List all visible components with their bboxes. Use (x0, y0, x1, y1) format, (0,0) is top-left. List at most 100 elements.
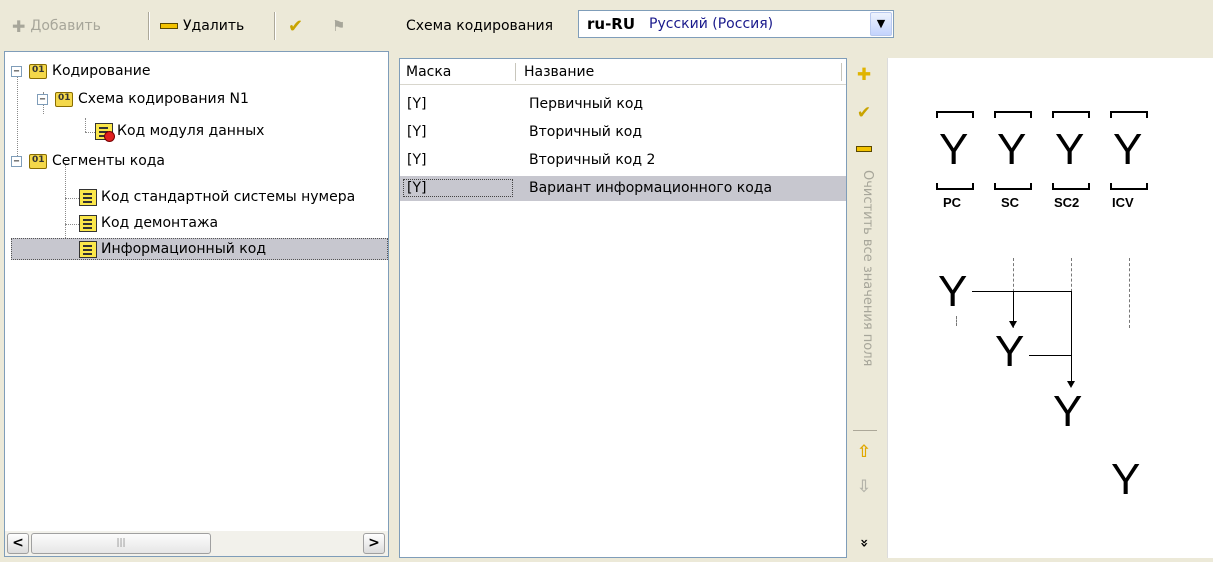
tree-item-info-code[interactable]: Информационный код (11, 238, 388, 260)
scroll-thumb[interactable]: ||| (31, 533, 211, 554)
mask-cell: [Y] (407, 96, 427, 112)
folder-icon (29, 63, 47, 79)
mask-cell: [Y] (407, 124, 427, 140)
bracket-top (994, 111, 1032, 118)
tree-item-label: Код стандартной системы нумера (101, 189, 356, 205)
tree-item-label: Код демонтажа (101, 215, 219, 231)
code-diagram: Y PC Y SC Y SC2 Y ICV Y Y Y Y (887, 58, 1213, 558)
chevron-right-icon: > (368, 535, 380, 551)
scroll-right-button[interactable]: > (363, 533, 385, 554)
bracket-bottom (994, 183, 1032, 190)
scheme-label: Схема кодирования (406, 18, 554, 34)
name-cell: Вторичный код 2 (529, 152, 656, 168)
add-button-label: Добавить (30, 18, 101, 34)
double-chevron-icon: » (856, 538, 872, 548)
arrow-down-icon (1009, 321, 1017, 328)
segment-symbol: Y (1055, 125, 1085, 174)
tree-item-label: Код модуля данных (117, 123, 265, 139)
segment-label-sc: SC (1001, 195, 1020, 210)
delete-button-label: Удалить (183, 18, 245, 34)
move-down-button[interactable]: ⇩ (852, 476, 876, 498)
collapse-panel-button[interactable]: » (853, 531, 875, 555)
chevron-left-icon: < (12, 535, 24, 551)
connector-line (1013, 291, 1014, 323)
segment-label-pc: PC (943, 195, 962, 210)
toolbar-separator (274, 12, 276, 40)
mask-table: Маска Название [Y] Первичный код [Y] Вто… (399, 58, 847, 558)
mask-cell: [Y] (407, 152, 427, 168)
plus-icon: ✚ (856, 65, 872, 85)
tree-item-data-module-code[interactable]: Код модуля данных (95, 120, 264, 142)
tree-item-disassembly-code[interactable]: Код демонтажа (79, 212, 218, 234)
checkmark-icon: ✔ (856, 103, 872, 123)
minus-icon (160, 23, 178, 29)
column-header-mask[interactable]: Маска (406, 64, 451, 80)
collapse-icon[interactable]: − (11, 65, 22, 77)
column-divider[interactable] (841, 63, 842, 81)
add-button[interactable]: ✚ Добавить (6, 12, 107, 40)
column-header-name[interactable]: Название (524, 64, 594, 80)
tree-item-standard-numbering-code[interactable]: Код стандартной системы нумера (79, 186, 388, 208)
tree-horizontal-scrollbar[interactable]: < ||| > (5, 531, 388, 556)
toolbar-separator (853, 430, 877, 431)
delete-button[interactable]: Удалить (154, 12, 250, 40)
scheme-code: ru-RU (587, 15, 636, 33)
tree-item-label: Сегменты кода (52, 153, 166, 169)
chevron-down-icon[interactable]: ▼ (870, 12, 892, 36)
mask-cell: [Y] (403, 179, 513, 197)
scroll-left-button[interactable]: < (7, 533, 29, 554)
apply-row-button[interactable]: ✔ (852, 102, 876, 124)
segment-symbol: Y (1113, 125, 1143, 174)
clear-field-values-button[interactable]: Очистить все значения поля (855, 170, 875, 420)
segment-symbol: Y (939, 125, 969, 174)
document-icon (79, 214, 97, 232)
flag-button[interactable]: ⚑ (326, 12, 351, 40)
segment-symbol: Y (997, 125, 1027, 174)
side-toolbar: ✚ ✔ Очистить все значения поля ⇧ ⇩ » (848, 58, 881, 558)
tree-item-scheme-n1[interactable]: − Схема кодирования N1 (37, 88, 249, 110)
document-icon (79, 188, 97, 206)
table-row[interactable]: [Y] Вариант информационного кода (400, 176, 846, 201)
tree-item-label: Информационный код (101, 241, 266, 257)
tree-item-coding[interactable]: − Кодирование (11, 60, 150, 82)
bracket-top (1110, 111, 1148, 118)
collapse-icon[interactable]: − (11, 155, 22, 167)
bracket-top (1052, 111, 1090, 118)
guide-line (1129, 258, 1130, 328)
cascade-symbol: Y (1053, 387, 1083, 436)
name-cell: Первичный код (529, 96, 644, 112)
connector-line (1071, 291, 1072, 383)
document-icon (79, 240, 97, 258)
left-toolbar: ✚ Добавить Удалить ✔ ⚑ (4, 6, 387, 46)
remove-row-button[interactable] (852, 138, 876, 160)
cascade-symbol: Y (1111, 455, 1141, 504)
connector-line (972, 291, 1072, 292)
add-row-button[interactable]: ✚ (852, 64, 876, 86)
apply-button[interactable]: ✔ (282, 12, 309, 40)
bracket-top (936, 111, 974, 118)
arrow-down-icon (1067, 381, 1075, 388)
tree-panel: − Кодирование − Схема кодирования N1 Код… (4, 51, 389, 557)
collapse-icon[interactable]: − (37, 93, 48, 105)
table-row[interactable]: [Y] Первичный код (400, 92, 846, 117)
bracket-bottom (1110, 183, 1148, 190)
arrow-down-icon: ⇩ (856, 477, 872, 497)
bracket-bottom (1052, 183, 1090, 190)
segment-label-sc2: SC2 (1054, 195, 1080, 210)
scheme-language: Русский (Россия) (649, 16, 774, 32)
tree-item-code-segments[interactable]: − Сегменты кода (11, 150, 165, 172)
document-error-icon (95, 122, 115, 142)
table-row[interactable]: [Y] Вторичный код 2 (400, 148, 846, 173)
checkmark-icon: ✔ (288, 15, 304, 37)
column-divider[interactable] (515, 63, 516, 81)
name-cell: Вариант информационного кода (529, 180, 773, 196)
cascade-symbol: Y (995, 327, 1025, 376)
move-up-button[interactable]: ⇧ (852, 441, 876, 463)
toolbar-separator (148, 12, 150, 40)
guide-line (956, 316, 957, 326)
scheme-select[interactable]: ru-RU Русский (Россия) ▼ (578, 10, 894, 38)
cascade-symbol: Y (938, 267, 968, 316)
plus-icon: ✚ (12, 16, 26, 36)
name-cell: Вторичный код (529, 124, 643, 140)
table-row[interactable]: [Y] Вторичный код (400, 120, 846, 145)
